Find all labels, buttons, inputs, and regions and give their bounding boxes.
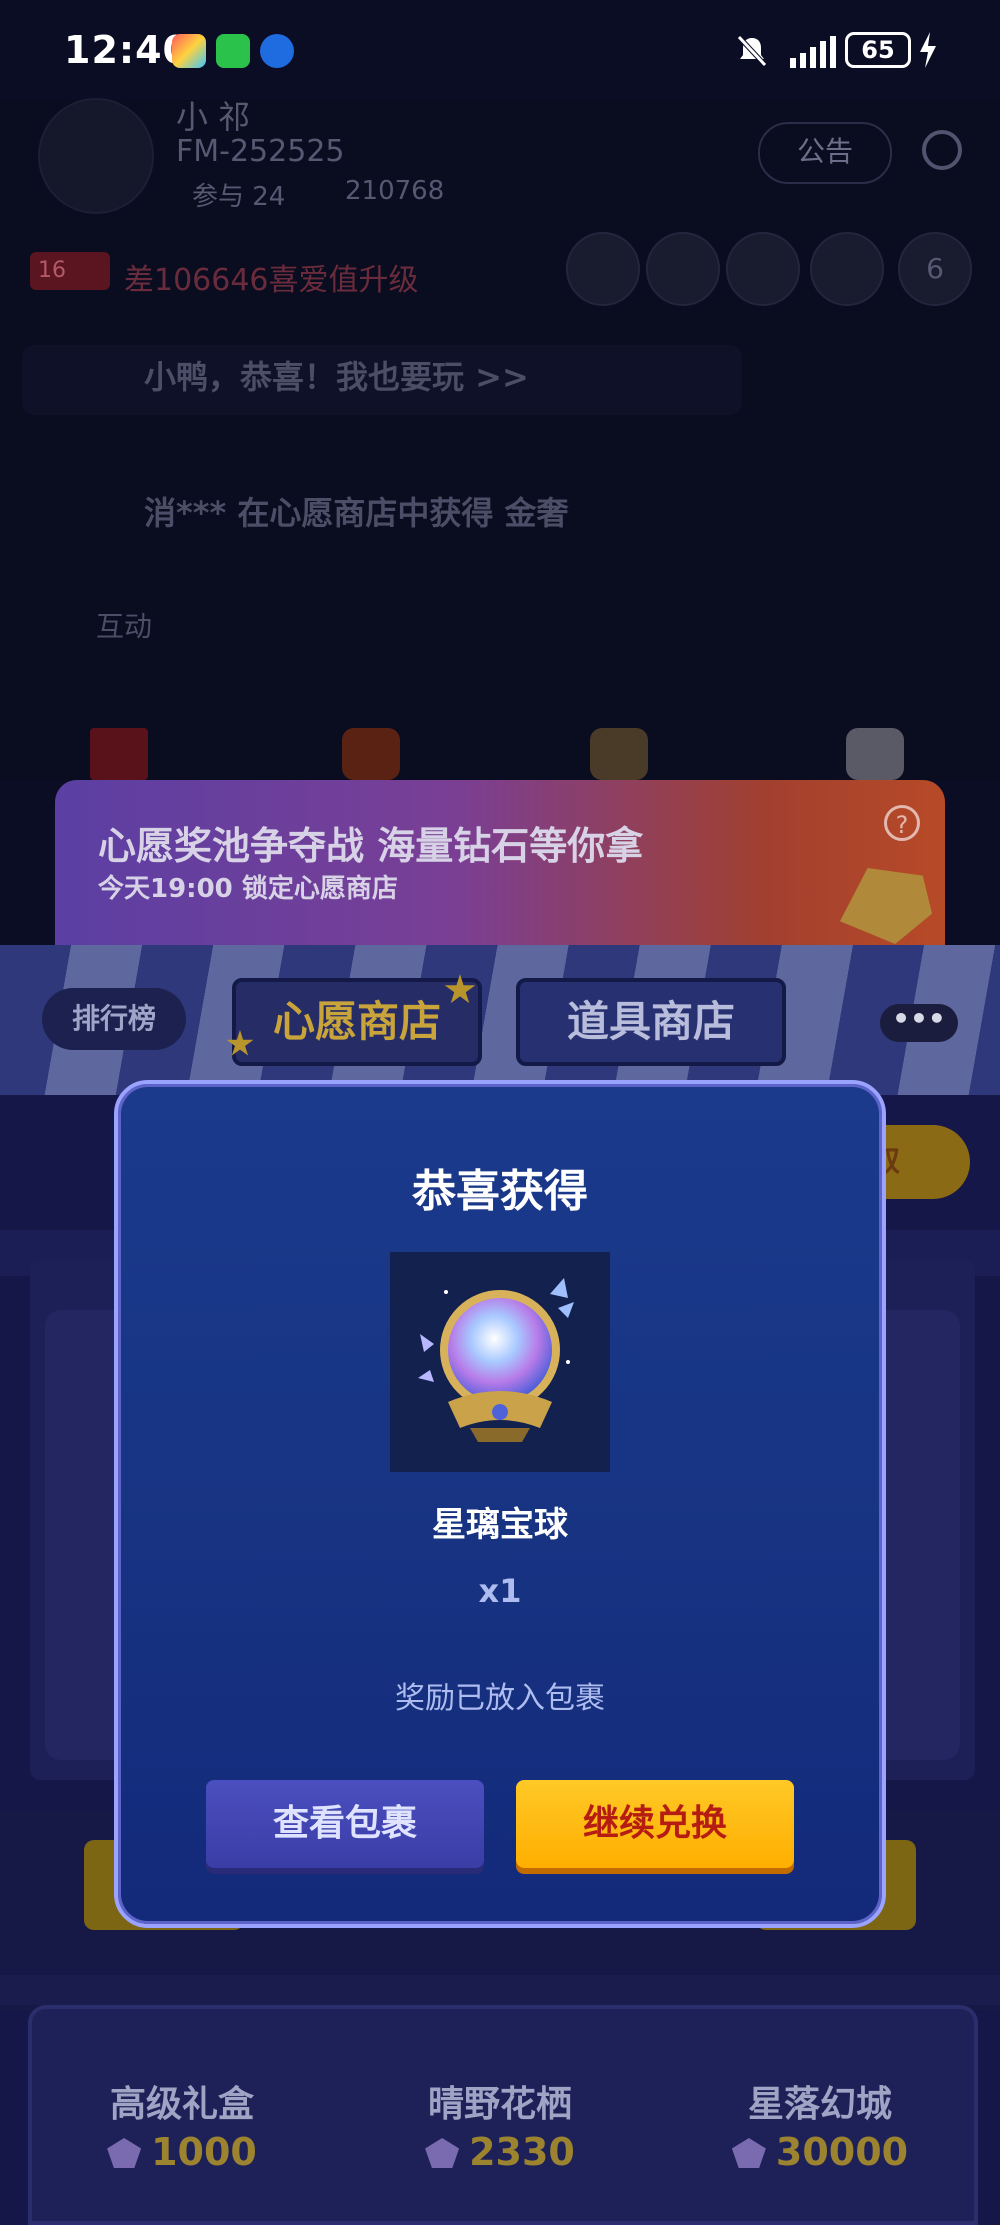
product-price: 1000 [32,2130,332,2174]
announcement-button[interactable]: 公告 [758,122,892,184]
upgrade-hint: 差106646喜爱值升级 [124,263,419,298]
online-count[interactable]: 6 [898,232,972,306]
host-avatar[interactable] [38,98,154,214]
help-icon[interactable]: ? [884,805,920,841]
audience-avatar[interactable] [566,232,640,306]
red-envelope-icon[interactable] [90,728,148,780]
product-name[interactable]: 高级礼盒 [32,2075,332,2127]
chat-message-text: 小鸭，恭喜！我也要玩 >> [144,358,529,396]
gem-icon [107,2138,142,2168]
dialog-title: 恭喜获得 [412,1166,588,1217]
product-price: 30000 [670,2130,970,2174]
continue-exchange-button[interactable]: 继续兑换 [516,1780,794,1868]
gift-icon[interactable] [342,728,400,780]
app-notification-icon [172,34,206,68]
live-room-background [0,100,1000,780]
status-bar: 12:40 65 [0,0,1000,100]
ranking-button[interactable]: 排行榜 [42,988,186,1050]
host-name: 小 祁 [176,98,251,136]
prize-image [390,1252,610,1472]
audience-avatar[interactable] [726,232,800,306]
more-button[interactable]: ••• [880,1004,958,1042]
audience-avatar[interactable] [646,232,720,306]
shelf-rail [0,1975,1000,2005]
gem-icon [731,2138,766,2168]
product-name[interactable]: 晴野花栖 [350,2075,650,2127]
banner-title: 心愿奖池争夺战 海量钻石等你拿 [98,824,644,868]
charging-icon [920,32,936,68]
room-id: FM-252525 [176,134,345,169]
chat-message-text: 消*** 在心愿商店中获得 金奢 [144,494,569,532]
view-backpack-button[interactable]: 查看包裹 [206,1780,484,1868]
level-badge: 16 [30,252,110,290]
hand-icon[interactable] [590,728,648,780]
participant-count: 参与 24 [192,182,286,212]
dice-icon[interactable] [846,728,904,780]
tab-wish-shop[interactable]: 心愿商店 [232,978,482,1066]
product-name[interactable]: 星落幻城 [670,2075,970,2127]
reward-note: 奖励已放入包裹 [395,1681,605,1716]
product-price: 2330 [350,2130,650,2174]
prize-name: 星璃宝球 [432,1505,568,1545]
audience-avatar[interactable] [810,232,884,306]
battery-indicator: 65 [845,32,911,68]
banner-subtitle: 今天19:00 锁定心愿商店 [98,874,398,904]
wechat-icon [216,34,250,68]
heat-count: 210768 [345,176,445,206]
mute-bell-icon [737,35,767,67]
power-icon[interactable] [922,130,962,170]
prize-quantity: x1 [478,1572,522,1610]
crystal-orb-icon [418,1278,574,1442]
tab-item-shop[interactable]: 道具商店 [516,978,786,1066]
interact-label: 互动 [96,610,153,643]
gem-icon [425,2138,460,2168]
signal-icon [790,36,836,68]
app-notification-icon-2 [260,34,294,68]
